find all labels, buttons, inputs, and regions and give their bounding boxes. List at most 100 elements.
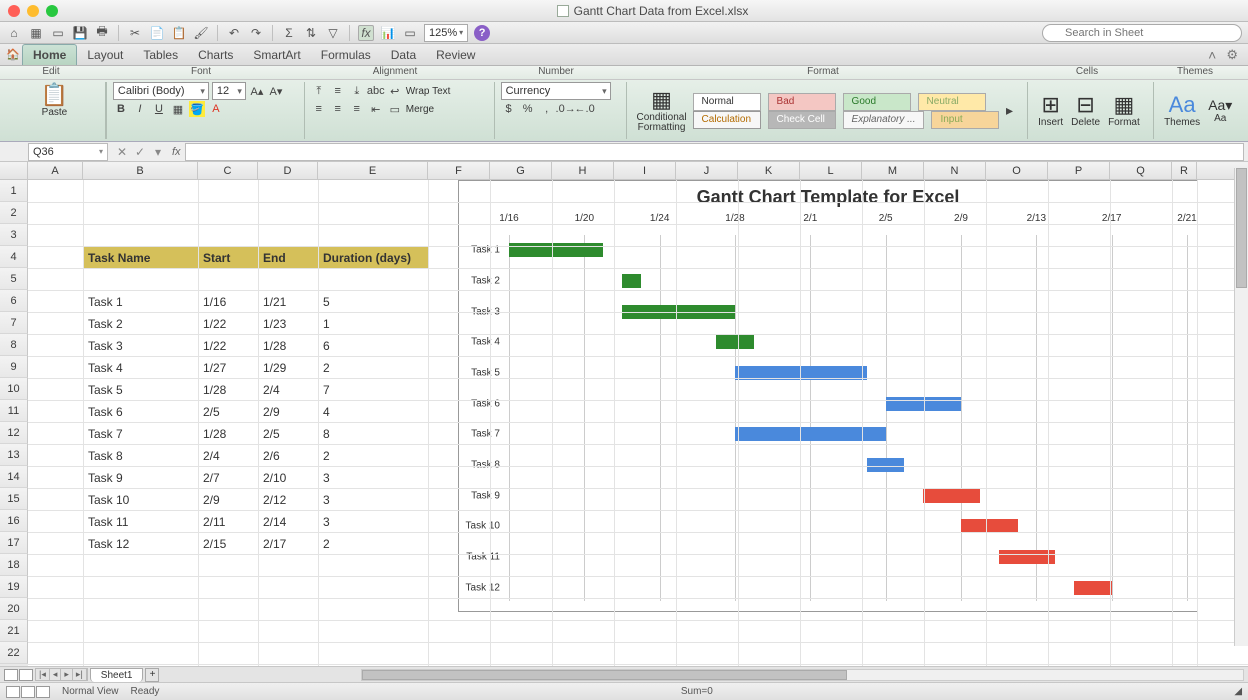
table-row[interactable]: Task 122/152/172 — [84, 533, 429, 555]
cancel-formula-icon[interactable]: ✕ — [114, 145, 130, 159]
zoom-select[interactable]: 125%▾ — [424, 24, 468, 42]
table-row[interactable]: Task 102/92/123 — [84, 489, 429, 511]
col-header-K[interactable]: K — [738, 162, 800, 179]
tab-data[interactable]: Data — [381, 45, 426, 65]
increase-decimal-icon[interactable]: .0→ — [558, 101, 574, 117]
row-header-17[interactable]: 17 — [0, 532, 28, 554]
tab-home[interactable]: Home — [22, 44, 77, 65]
underline-button[interactable]: U — [151, 101, 167, 117]
tab-formulas[interactable]: Formulas — [311, 45, 381, 65]
conditional-formatting-button[interactable]: ▦Conditional Formatting — [633, 87, 691, 135]
col-header-B[interactable]: B — [83, 162, 198, 179]
view-mode-icons[interactable] — [6, 686, 50, 698]
bold-button[interactable]: B — [113, 101, 129, 117]
select-all-corner[interactable] — [0, 162, 28, 179]
col-header-G[interactable]: G — [490, 162, 552, 179]
help-icon[interactable]: ? — [474, 25, 490, 41]
col-header-L[interactable]: L — [800, 162, 862, 179]
row-header-7[interactable]: 7 — [0, 312, 28, 334]
orientation-icon[interactable]: abc — [368, 83, 384, 99]
align-left-icon[interactable]: ≡ — [311, 101, 327, 117]
gantt-bar[interactable] — [716, 335, 754, 349]
style-check-cell[interactable]: Check Cell — [768, 111, 836, 129]
row-header-6[interactable]: 6 — [0, 290, 28, 312]
currency-icon[interactable]: $ — [501, 101, 517, 117]
paste-button[interactable]: 📋Paste — [10, 82, 99, 120]
col-header-H[interactable]: H — [552, 162, 614, 179]
decrease-decimal-icon[interactable]: ←.0 — [577, 101, 593, 117]
align-middle-icon[interactable]: ≡ — [330, 83, 346, 99]
grid-icon[interactable]: ▦ — [28, 25, 44, 41]
row-header-2[interactable]: 2 — [0, 202, 28, 224]
tab-smartart[interactable]: SmartArt — [243, 45, 310, 65]
table-row[interactable]: Task 51/282/47 — [84, 379, 429, 401]
col-header-D[interactable]: D — [258, 162, 318, 179]
font-name-select[interactable]: Calibri (Body) — [113, 82, 209, 100]
merge-label[interactable]: Merge — [406, 104, 434, 115]
themes-button[interactable]: AaThemes — [1160, 82, 1204, 139]
table-row[interactable]: Task 92/72/103 — [84, 467, 429, 489]
align-top-icon[interactable]: ⤒ — [311, 83, 327, 99]
table-row[interactable]: Task 71/282/58 — [84, 423, 429, 445]
redo-icon[interactable]: ↷ — [248, 25, 264, 41]
insert-cells-button[interactable]: ⊞Insert — [1034, 82, 1067, 139]
name-box[interactable]: Q36 — [28, 143, 108, 161]
gantt-chart[interactable]: Gantt Chart Template for Excel 1/161/201… — [458, 180, 1198, 612]
table-row[interactable]: Task 41/271/292 — [84, 357, 429, 379]
align-bottom-icon[interactable]: ⤓ — [349, 83, 365, 99]
table-row[interactable]: Task 62/52/94 — [84, 401, 429, 423]
table-header[interactable]: End — [259, 247, 319, 269]
undo-icon[interactable]: ↶ — [226, 25, 242, 41]
style-neutral[interactable]: Neutral — [918, 93, 986, 111]
row-header-5[interactable]: 5 — [0, 268, 28, 290]
col-header-C[interactable]: C — [198, 162, 258, 179]
horizontal-scrollbar[interactable] — [361, 669, 1244, 681]
font-size-select[interactable]: 12 — [212, 82, 246, 100]
gantt-bar[interactable] — [622, 274, 641, 288]
col-header-F[interactable]: F — [428, 162, 490, 179]
close-window-button[interactable] — [8, 5, 20, 17]
wrap-text-icon[interactable]: ↩ — [387, 83, 403, 99]
format-painter-icon[interactable]: 🖌 — [193, 25, 209, 41]
collapse-ribbon-icon[interactable]: ˄ — [1202, 47, 1222, 63]
enter-formula-icon[interactable]: ✓ — [132, 145, 148, 159]
style-bad[interactable]: Bad — [768, 93, 836, 111]
fill-color-button[interactable]: 🪣 — [189, 101, 205, 117]
row-header-8[interactable]: 8 — [0, 334, 28, 356]
print-icon[interactable]: 🖶 — [94, 25, 110, 41]
italic-button[interactable]: I — [132, 101, 148, 117]
col-header-O[interactable]: O — [986, 162, 1048, 179]
row-header-18[interactable]: 18 — [0, 554, 28, 576]
gantt-bar[interactable] — [999, 550, 1056, 564]
number-format-select[interactable]: Currency — [501, 82, 611, 100]
indent-decrease-icon[interactable]: ⇤ — [368, 101, 384, 117]
row-header-10[interactable]: 10 — [0, 378, 28, 400]
style-good[interactable]: Good — [843, 93, 911, 111]
style-explanatory[interactable]: Explanatory ... — [843, 111, 925, 129]
window-icon[interactable]: ▭ — [50, 25, 66, 41]
merge-icon[interactable]: ▭ — [387, 101, 403, 117]
font-color-button[interactable]: A — [208, 101, 224, 117]
cells-area[interactable]: Task NameStartEndDuration (days)Task 11/… — [28, 180, 1248, 666]
table-row[interactable]: Task 31/221/286 — [84, 335, 429, 357]
sheet-tab-1[interactable]: Sheet1 — [90, 668, 144, 682]
search-input[interactable] — [1042, 24, 1242, 42]
row-header-9[interactable]: 9 — [0, 356, 28, 378]
gantt-bar[interactable] — [1074, 581, 1112, 595]
table-row[interactable]: Task 11/161/215 — [84, 291, 429, 313]
row-header-22[interactable]: 22 — [0, 642, 28, 664]
table-header[interactable]: Task Name — [84, 247, 199, 269]
style-input[interactable]: Input — [931, 111, 999, 129]
format-cells-button[interactable]: ▦Format — [1104, 82, 1144, 139]
show-icon[interactable]: ▭ — [402, 25, 418, 41]
styles-more-icon[interactable]: ▸ — [1001, 103, 1017, 119]
tab-review[interactable]: Review — [426, 45, 485, 65]
row-header-13[interactable]: 13 — [0, 444, 28, 466]
theme-fonts-button[interactable]: Aa▾Aa — [1204, 82, 1236, 139]
chart-icon[interactable]: 📊 — [380, 25, 396, 41]
row-header-21[interactable]: 21 — [0, 620, 28, 642]
row-header-11[interactable]: 11 — [0, 400, 28, 422]
fx-icon[interactable]: fx — [358, 25, 374, 41]
col-header-A[interactable]: A — [28, 162, 83, 179]
increase-font-icon[interactable]: A▴ — [249, 83, 265, 99]
